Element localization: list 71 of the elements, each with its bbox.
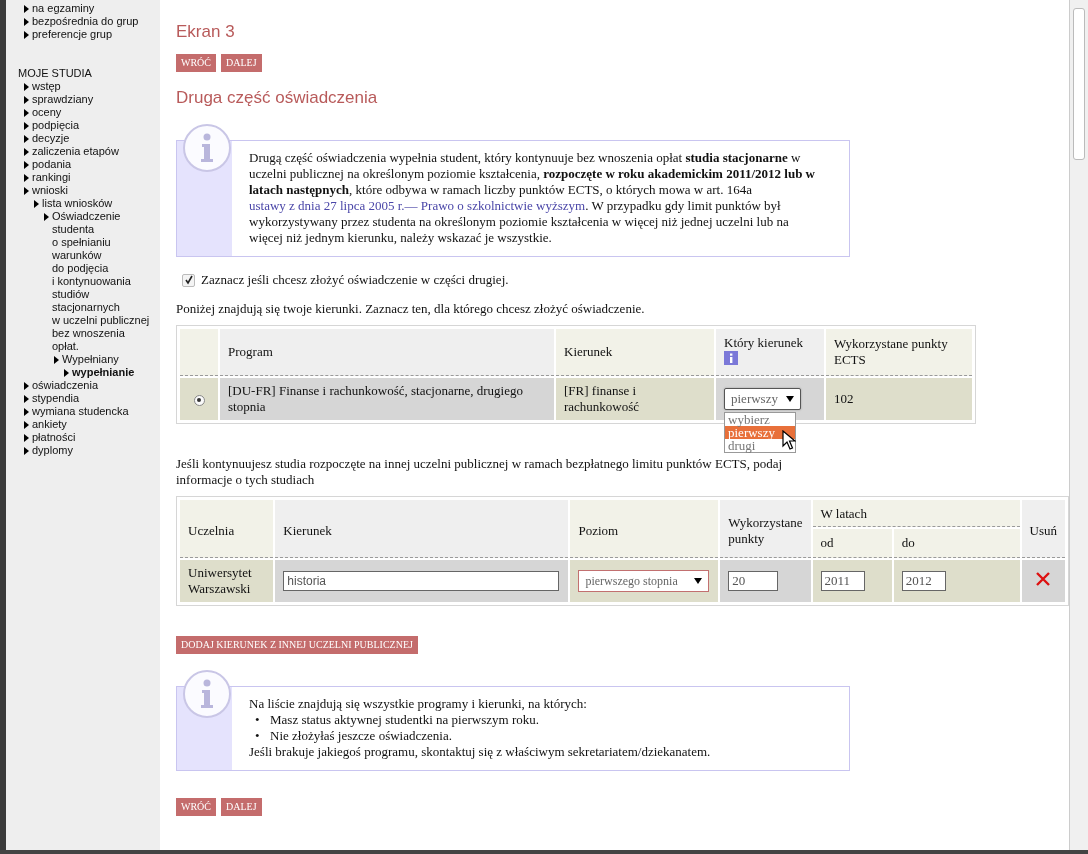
nav-link[interactable]: podania xyxy=(24,158,152,171)
page-title: Ekran 3 xyxy=(176,22,236,42)
nav-link[interactable]: Oświadczenie studenta o spełnianiu warunków do podjęcia i kontynuowania studiów stacjonarnych w uczelni publicznej bez wnoszenia opłat. xyxy=(44,210,152,353)
caret-icon xyxy=(694,578,703,584)
instruction-text: Poniżej znajdują się twoje kierunki. Zaznacz ten, dla którego chcesz złożyć oświadczenie. xyxy=(176,301,646,317)
header-cell: do xyxy=(893,529,1020,558)
header-cell xyxy=(180,329,218,376)
radio-button[interactable] xyxy=(193,394,205,406)
table-cell: Uniwersytet Warszawski xyxy=(180,560,274,602)
input-field[interactable]: 2011 xyxy=(820,571,865,591)
header-cell: Wykorzystane punkty ECTS xyxy=(826,329,972,376)
list-item: Masz status aktywnej studentki na pierwszym roku. xyxy=(270,712,539,728)
nav-link[interactable]: dyplomy xyxy=(24,444,152,457)
table-cell: [FR] finanse i rachunkowość xyxy=(556,378,714,420)
nav-button[interactable]: WRÓĆ xyxy=(176,54,216,72)
info-text: Jeśli brakuje jakiegoś programu, skontaktuj się z właściwym sekretariatem/dziekanatem. xyxy=(249,744,711,760)
nav-link[interactable]: na egzaminy xyxy=(24,2,152,15)
header-cell: Usuń xyxy=(1021,500,1065,558)
nav-link[interactable]: stypendia xyxy=(24,392,152,405)
column-label: Który kierunek xyxy=(724,335,804,350)
nav-link[interactable]: Wypełniany xyxy=(54,353,152,366)
checkbox[interactable] xyxy=(182,273,195,287)
scrollbar[interactable] xyxy=(1069,0,1088,850)
input-field[interactable]: 2012 xyxy=(901,571,946,591)
nav-button[interactable]: DALEJ xyxy=(221,798,262,816)
add-button[interactable]: DODAJ KIERUNEK Z INNEJ UCZELNI PUBLICZNEJ xyxy=(176,636,418,654)
info-icon[interactable] xyxy=(724,351,738,365)
nav-link[interactable]: zaliczenia etapów xyxy=(24,145,152,158)
nav-link[interactable]: wstęp xyxy=(24,80,152,93)
header-cell: Kierunek xyxy=(556,329,714,376)
table-cell: [DU-FR] Finanse i rachunkowość, stacjonarne, drugiego stopnia xyxy=(220,378,554,420)
nav-link[interactable]: sprawdziany xyxy=(24,93,152,106)
nav-link[interactable]: ankiety xyxy=(24,418,152,431)
section-heading: Druga część oświadczenia xyxy=(176,88,379,108)
delete-icon[interactable] xyxy=(1036,572,1051,586)
nav-link[interactable]: oceny xyxy=(24,106,152,119)
header-cell: Kierunek xyxy=(275,500,569,558)
nav-link[interactable]: rankingi xyxy=(24,171,152,184)
header-cell: Wykorzystane punkty xyxy=(720,500,811,558)
header-cell: Poziom xyxy=(570,500,719,558)
info-text: Na liście znajdują się wszystkie programy i kierunki, na których: xyxy=(249,696,588,712)
bullet-mark: • xyxy=(255,728,260,744)
nav-link[interactable]: oświadczenia xyxy=(24,379,152,392)
header-cell: Program xyxy=(220,329,554,376)
bullet-mark: • xyxy=(255,712,260,728)
select-field[interactable]: pierwszego stopnia xyxy=(578,570,710,592)
input-field[interactable]: 20 xyxy=(728,571,779,591)
section-title: MOJE STUDIA xyxy=(17,66,93,80)
nav-button[interactable]: WRÓĆ xyxy=(176,798,216,816)
table-cell: 102 xyxy=(826,378,972,420)
header-cell: W latach xyxy=(812,500,1020,527)
list-item: Nie złożyłaś jeszcze oświadczenia. xyxy=(270,728,452,744)
dropdown-option[interactable]: wybierz xyxy=(725,413,795,426)
nav-button[interactable]: DALEJ xyxy=(221,54,262,72)
nav-link[interactable]: bezpośrednia do grup xyxy=(24,15,152,28)
nav-link[interactable]: wymiana studencka xyxy=(24,405,152,418)
header-cell: Uczelnia xyxy=(180,500,274,558)
header-cell: od xyxy=(812,529,892,558)
nav-link[interactable]: lista wniosków xyxy=(34,197,152,210)
nav-link[interactable]: płatności xyxy=(24,431,152,444)
checkbox-label: Zaznacz jeśli chcesz złożyć oświadczenie w części drugiej. xyxy=(201,272,509,288)
instruction-text: Jeśli kontynuujesz studia rozpoczęte na innej uczelni publicznej w ramach bezpłatnego limitu punktów ECTS, podaj informacje o tych studiach xyxy=(176,456,784,488)
nav-link[interactable]: wypełnianie xyxy=(64,366,152,379)
nav-link[interactable]: decyzje xyxy=(24,132,152,145)
caret-icon xyxy=(785,396,794,402)
info-text: Drugą część oświadczenia wypełnia student, który kontynuuje bez wnoszenia opłat studia stacjonarne w uczelni publicznej na określonym poziomie kształcenia, rozpoczęte w roku akademickim 2011/2012 lub w latach następnych, które odbywa w ramach liczby punktów ECTS, o których mowa w art. 164a ustawy z dnia 27 lipca 2005 r.— Prawo o szkolnictwie wyższym. W przypadku gdy limit punktów był wykorzystywany przez studenta na określonym poziomie kształcenia w więcej niż jednej uczelni lub na więcej niż jednym kierunku, należy wskazać je wszystkie. xyxy=(248,149,816,247)
select-field[interactable]: pierwszy xyxy=(724,388,801,410)
input-field[interactable]: historia xyxy=(283,571,560,591)
nav-link[interactable]: preferencje grup xyxy=(24,28,152,41)
nav-link[interactable]: wnioski xyxy=(24,184,152,197)
nav-link[interactable]: podpięcia xyxy=(24,119,152,132)
